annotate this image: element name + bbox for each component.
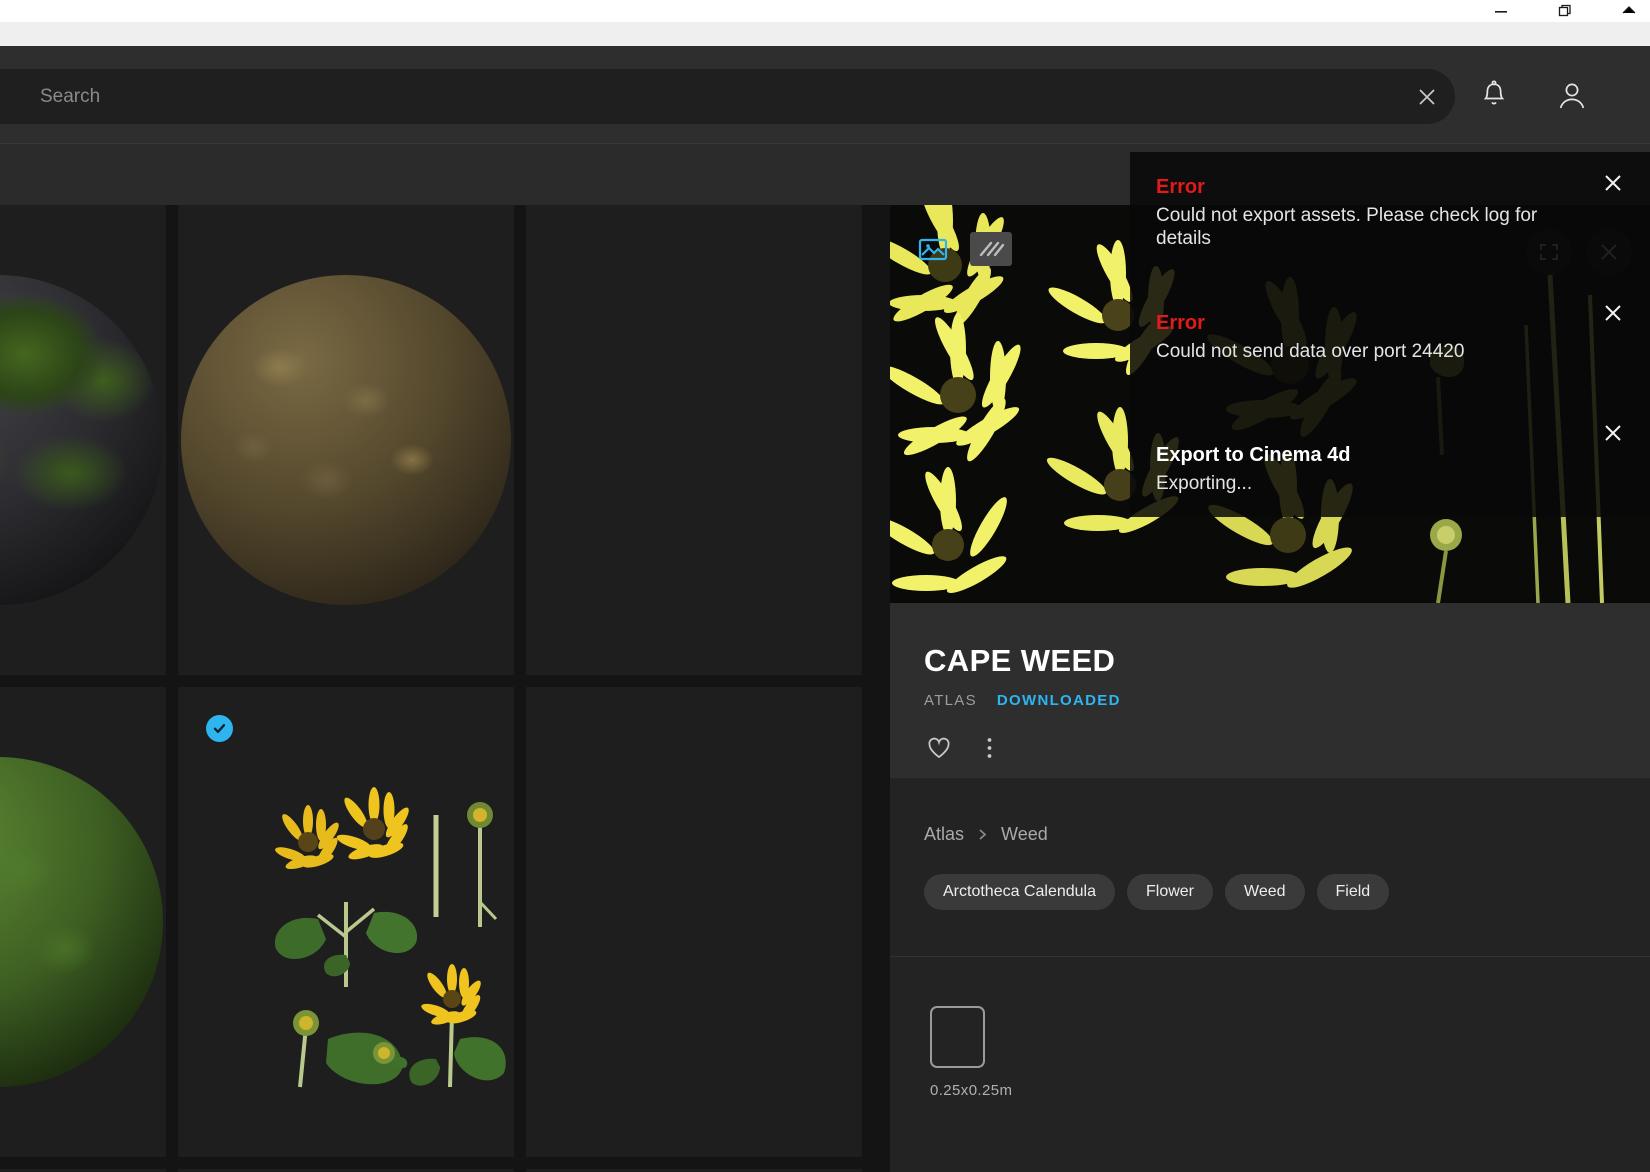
size-swatch-icon[interactable] xyxy=(930,1006,985,1068)
notification-toast-stack: Error Could not export assets. Please ch… xyxy=(1130,152,1650,517)
heart-icon[interactable] xyxy=(924,733,954,763)
app-window: CAPE WEED ATLAS DOWNLOADED xyxy=(0,0,1650,1172)
account-avatar-icon[interactable] xyxy=(1544,68,1600,124)
tag-chip[interactable]: Weed xyxy=(1225,874,1305,910)
preview-view-toggles xyxy=(912,232,1012,266)
window-controls xyxy=(1486,0,1644,22)
asset-card[interactable] xyxy=(526,205,862,675)
downloaded-check-icon xyxy=(206,715,233,742)
search-bar[interactable] xyxy=(0,69,1455,124)
tag-list: Arctotheca Calendula Flower Weed Field xyxy=(924,874,1389,910)
asset-info-header: CAPE WEED ATLAS DOWNLOADED xyxy=(890,603,1650,778)
asset-card[interactable] xyxy=(526,687,862,1157)
image-icon[interactable] xyxy=(912,232,954,266)
close-button[interactable] xyxy=(1614,0,1644,22)
asset-meta-row: ATLAS DOWNLOADED xyxy=(924,692,1650,709)
asset-action-row xyxy=(924,733,1650,763)
top-toolbar xyxy=(0,46,1650,143)
asset-card[interactable] xyxy=(0,205,166,675)
diagonal-lines-icon[interactable] xyxy=(970,232,1012,266)
material-sphere-preview xyxy=(0,275,163,605)
material-sphere-preview xyxy=(0,757,163,1087)
status-badge: DOWNLOADED xyxy=(997,692,1121,709)
toast-message: Could not send data over port 24420 xyxy=(1156,340,1580,363)
restore-button[interactable] xyxy=(1550,0,1580,22)
plant-atlas-preview xyxy=(178,687,514,1157)
chevron-right-icon xyxy=(976,827,989,842)
asset-card[interactable] xyxy=(0,687,166,1157)
tag-chip[interactable]: Field xyxy=(1317,874,1390,910)
toast-export-assets-error: Error Could not export assets. Please ch… xyxy=(1130,152,1650,282)
material-sphere-preview xyxy=(181,275,511,605)
toast-message: Exporting... xyxy=(1156,472,1580,495)
asset-card[interactable] xyxy=(178,205,514,675)
toast-message: Could not export assets. Please check lo… xyxy=(1156,204,1580,250)
tag-chip[interactable]: Flower xyxy=(1127,874,1213,910)
asset-size-block: 0.25x0.25m xyxy=(930,1006,1012,1099)
toast-port-error: Error Could not send data over port 2442… xyxy=(1130,282,1650,402)
window-titlebar xyxy=(0,0,1650,22)
more-vertical-icon[interactable] xyxy=(974,733,1004,763)
breadcrumb: Atlas Weed xyxy=(924,824,1048,845)
window-chrome-band xyxy=(0,22,1650,46)
close-icon[interactable] xyxy=(1596,296,1630,330)
page-title: CAPE WEED xyxy=(924,643,1650,679)
close-icon[interactable] xyxy=(1596,166,1630,200)
minimize-button[interactable] xyxy=(1486,0,1516,22)
asset-card[interactable] xyxy=(178,687,514,1157)
close-icon[interactable] xyxy=(1596,416,1630,450)
tag-chip[interactable]: Arctotheca Calendula xyxy=(924,874,1115,910)
notification-bell-icon[interactable] xyxy=(1466,68,1522,124)
toast-export-cinema4d-progress: Export to Cinema 4d Exporting... xyxy=(1130,402,1650,517)
breadcrumb-root[interactable]: Atlas xyxy=(924,824,964,845)
asset-size-label: 0.25x0.25m xyxy=(930,1082,1012,1099)
asset-info-body: Atlas Weed Arctotheca Calendula Flower W… xyxy=(890,778,1650,1172)
toast-title: Error xyxy=(1156,176,1580,199)
search-clear-icon[interactable] xyxy=(1399,69,1455,124)
asset-type-label: ATLAS xyxy=(924,692,977,709)
toast-title: Error xyxy=(1156,312,1580,335)
breadcrumb-leaf[interactable]: Weed xyxy=(1001,824,1048,845)
asset-grid[interactable] xyxy=(0,205,890,1172)
search-input[interactable] xyxy=(0,69,1399,124)
section-divider xyxy=(890,956,1650,957)
toast-title: Export to Cinema 4d xyxy=(1156,444,1580,467)
